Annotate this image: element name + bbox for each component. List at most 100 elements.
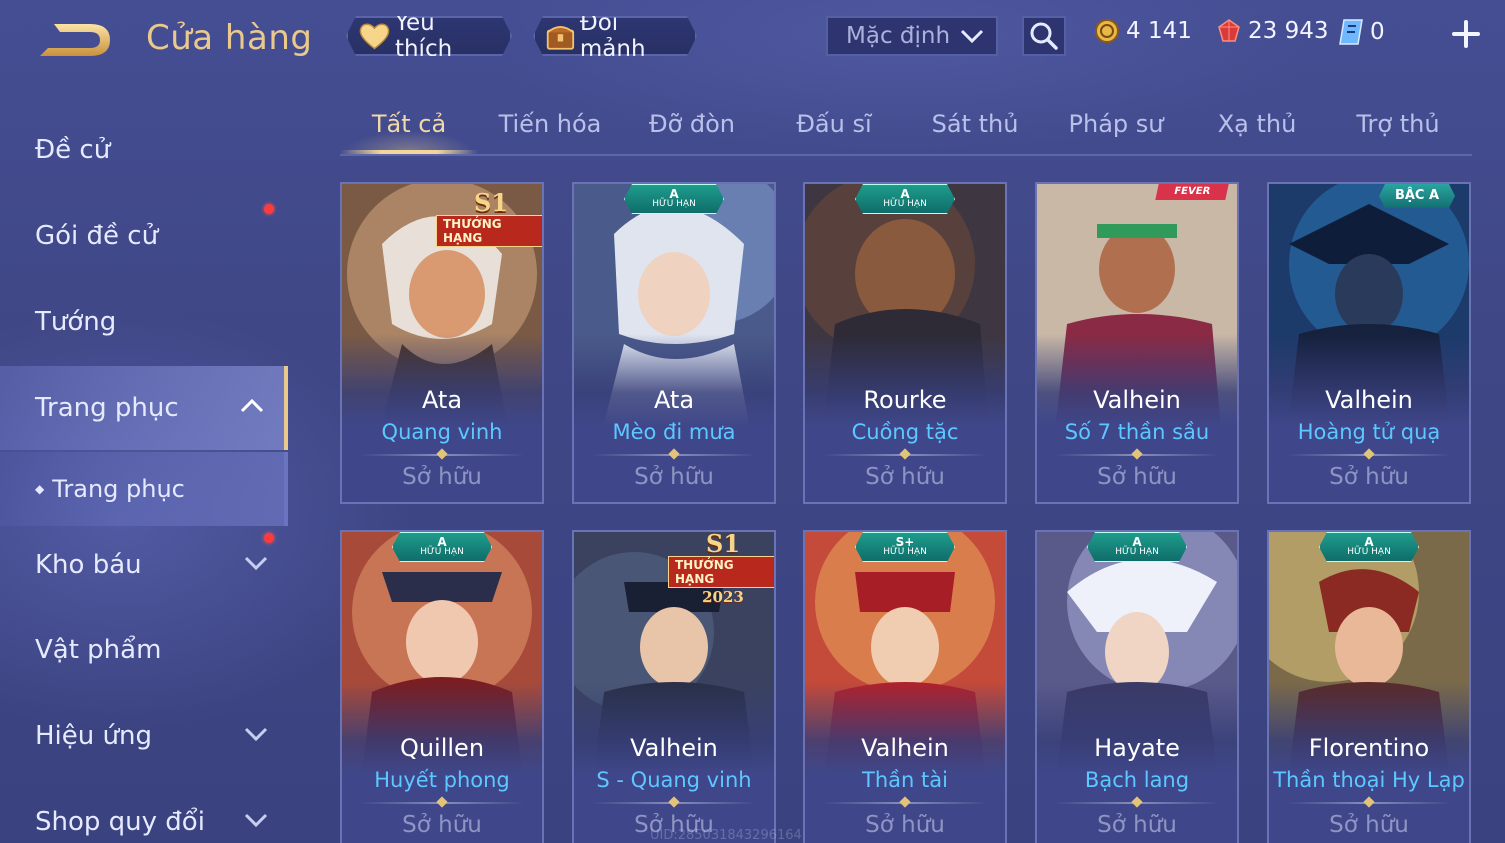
sidebar: Đề cử Gói đề cử Tướng Trang phục ◆ Trang… — [0, 108, 290, 843]
tier-label: A — [1132, 535, 1142, 549]
skin-card[interactable]: S+ HỮU HẠN Valhein Thần tài Sở hữu — [803, 530, 1007, 843]
top-bar: Cửa hàng Yêu thích Đổi mảnh Mặc định 4 1… — [0, 0, 1505, 80]
sidebar-item-featured-packs[interactable]: Gói đề cử — [0, 194, 288, 278]
limited-label: HỮU HẠN — [1115, 547, 1159, 557]
tab-assassin[interactable]: Sát thủ — [905, 110, 1045, 156]
owned-status: Sở hữu — [1097, 812, 1177, 838]
favorite-button[interactable]: Yêu thích — [346, 16, 512, 56]
tab-mage[interactable]: Pháp sư — [1046, 110, 1186, 156]
sort-value: Mặc định — [846, 23, 951, 49]
chevron-down-icon — [244, 813, 268, 828]
sidebar-item-featured[interactable]: Đề cử — [0, 108, 288, 192]
sidebar-item-label: Trang phục — [52, 475, 185, 503]
limited-tier-badge: A HỮU HẠN — [624, 184, 724, 214]
tab-tank[interactable]: Đỡ đòn — [622, 110, 762, 156]
rank-reward-badge: S1 THƯỞNG HẠNG — [436, 188, 542, 250]
skin-card[interactable]: BẬC A Valhein Hoàng tử quạ Sở hữu — [1267, 182, 1471, 504]
owned-status: Sở hữu — [402, 464, 482, 490]
skin-name: Thần thoại Hy Lạp — [1273, 768, 1465, 792]
sidebar-subitem-skins[interactable]: ◆ Trang phục — [0, 452, 288, 526]
skin-name: Huyết phong — [374, 768, 510, 792]
sidebar-item-label: Kho báu — [35, 550, 142, 580]
shard-exchange-button[interactable]: Đổi mảnh — [533, 16, 697, 56]
role-tabs: Tất cả Tiến hóa Đỡ đòn Đấu sĩ Sát thủ Ph… — [340, 100, 1472, 156]
tier-label: S+ — [895, 535, 915, 549]
tab-support[interactable]: Trợ thủ — [1328, 110, 1468, 156]
owned-status: Sở hữu — [402, 812, 482, 838]
hero-name: Rourke — [863, 386, 947, 414]
notification-dot — [264, 533, 274, 543]
add-currency-button[interactable] — [1448, 16, 1484, 52]
tab-marksman[interactable]: Xạ thủ — [1187, 110, 1327, 156]
sidebar-item-items[interactable]: Vật phẩm — [0, 608, 288, 692]
skin-name: Số 7 thần sầu — [1064, 420, 1210, 444]
skin-name: S - Quang vinh — [596, 768, 752, 792]
skin-name: Hoàng tử quạ — [1297, 420, 1441, 444]
sidebar-item-heroes[interactable]: Tướng — [0, 280, 288, 364]
sidebar-item-effects[interactable]: Hiệu ứng — [0, 694, 288, 778]
limited-tier-badge: A HỮU HẠN — [855, 184, 955, 214]
limited-tier-badge: A HỮU HẠN — [1087, 532, 1187, 562]
search-icon — [1030, 22, 1058, 50]
sidebar-item-label: Tướng — [35, 307, 117, 337]
skin-card[interactable]: A HỮU HẠN Florentino Thần thoại Hy Lạp S… — [1267, 530, 1471, 843]
hero-name: Hayate — [1094, 734, 1180, 762]
voucher-currency: 0 — [1338, 18, 1385, 46]
skin-grid: S1 THƯỞNG HẠNG Ata Quang vinh Sở hữu A H… — [340, 182, 1472, 843]
sort-dropdown[interactable]: Mặc định — [826, 16, 998, 56]
voucher-icon — [1339, 19, 1363, 45]
limited-tier-badge: A HỮU HẠN — [392, 532, 492, 562]
limited-label: HỮU HẠN — [420, 547, 464, 557]
limited-label: HỮU HẠN — [652, 199, 696, 209]
fever-tag: FEVER — [1155, 184, 1229, 200]
search-button[interactable] — [1022, 16, 1066, 56]
skin-card[interactable]: S1 THƯỞNG HẠNG 2023 Valhein S - Quang vi… — [572, 530, 776, 843]
owned-status: Sở hữu — [1329, 812, 1409, 838]
owned-status: Sở hữu — [865, 464, 945, 490]
skin-card[interactable]: A HỮU HẠN Quillen Huyết phong Sở hữu — [340, 530, 544, 843]
year-label: 2023 — [702, 588, 744, 606]
tab-evolution[interactable]: Tiến hóa — [480, 110, 620, 156]
skin-card[interactable]: S1 THƯỞNG HẠNG Ata Quang vinh Sở hữu — [340, 182, 544, 504]
skin-name: Cuồng tặc — [851, 420, 959, 444]
back-arrow-icon — [40, 24, 110, 56]
back-button[interactable] — [34, 18, 114, 64]
bullet-diamond-icon: ◆ — [35, 482, 45, 496]
ruby-amount: 23 943 — [1248, 18, 1329, 44]
chevron-down-icon — [960, 29, 984, 44]
sidebar-item-label: Trang phục — [35, 393, 179, 423]
limited-label: HỮU HẠN — [883, 199, 927, 209]
chevron-up-icon — [240, 398, 264, 413]
ruby-gem-icon — [1218, 19, 1240, 42]
sidebar-item-treasure[interactable]: Kho báu — [0, 523, 288, 607]
gold-coin-icon — [1095, 19, 1119, 43]
hero-name: Valhein — [861, 734, 949, 762]
heart-icon — [358, 21, 391, 51]
gold-currency: 4 141 — [1094, 18, 1192, 44]
hero-name: Quillen — [399, 734, 485, 762]
sidebar-item-exchange-shop[interactable]: Shop quy đổi — [0, 780, 288, 843]
skin-card[interactable]: A HỮU HẠN Rourke Cuồng tặc Sở hữu — [803, 182, 1007, 504]
hero-name: Ata — [653, 386, 695, 414]
skin-name: Mèo đi mưa — [612, 420, 736, 444]
skin-name: Thần tài — [862, 768, 948, 792]
uid-watermark: UID:285031843296164 — [650, 828, 802, 843]
tier-label: A — [900, 187, 910, 201]
skin-card[interactable]: A HỮU HẠN Hayate Bạch lang Sở hữu — [1035, 530, 1239, 843]
plus-icon — [1452, 20, 1480, 48]
owned-status: Sở hữu — [1097, 464, 1177, 490]
owned-status: Sở hữu — [865, 812, 945, 838]
limited-tier-badge: A HỮU HẠN — [1319, 532, 1419, 562]
sidebar-item-label: Hiệu ứng — [35, 721, 152, 751]
tab-warrior[interactable]: Đấu sĩ — [764, 110, 904, 156]
hero-name: Valhein — [1093, 386, 1181, 414]
owned-status: Sở hữu — [1329, 464, 1409, 490]
skin-name: Bạch lang — [1084, 768, 1190, 792]
gold-amount: 4 141 — [1126, 18, 1192, 44]
skin-card[interactable]: FEVER Valhein Số 7 thần sầu Sở hữu — [1035, 182, 1239, 504]
skin-card[interactable]: A HỮU HẠN Ata Mèo đi mưa Sở hữu — [572, 182, 776, 504]
limited-tier-badge: S+ HỮU HẠN — [855, 532, 955, 562]
treasure-chest-icon — [545, 20, 576, 52]
tier-label: A — [437, 535, 447, 549]
sidebar-item-skins[interactable]: Trang phục — [0, 366, 288, 450]
